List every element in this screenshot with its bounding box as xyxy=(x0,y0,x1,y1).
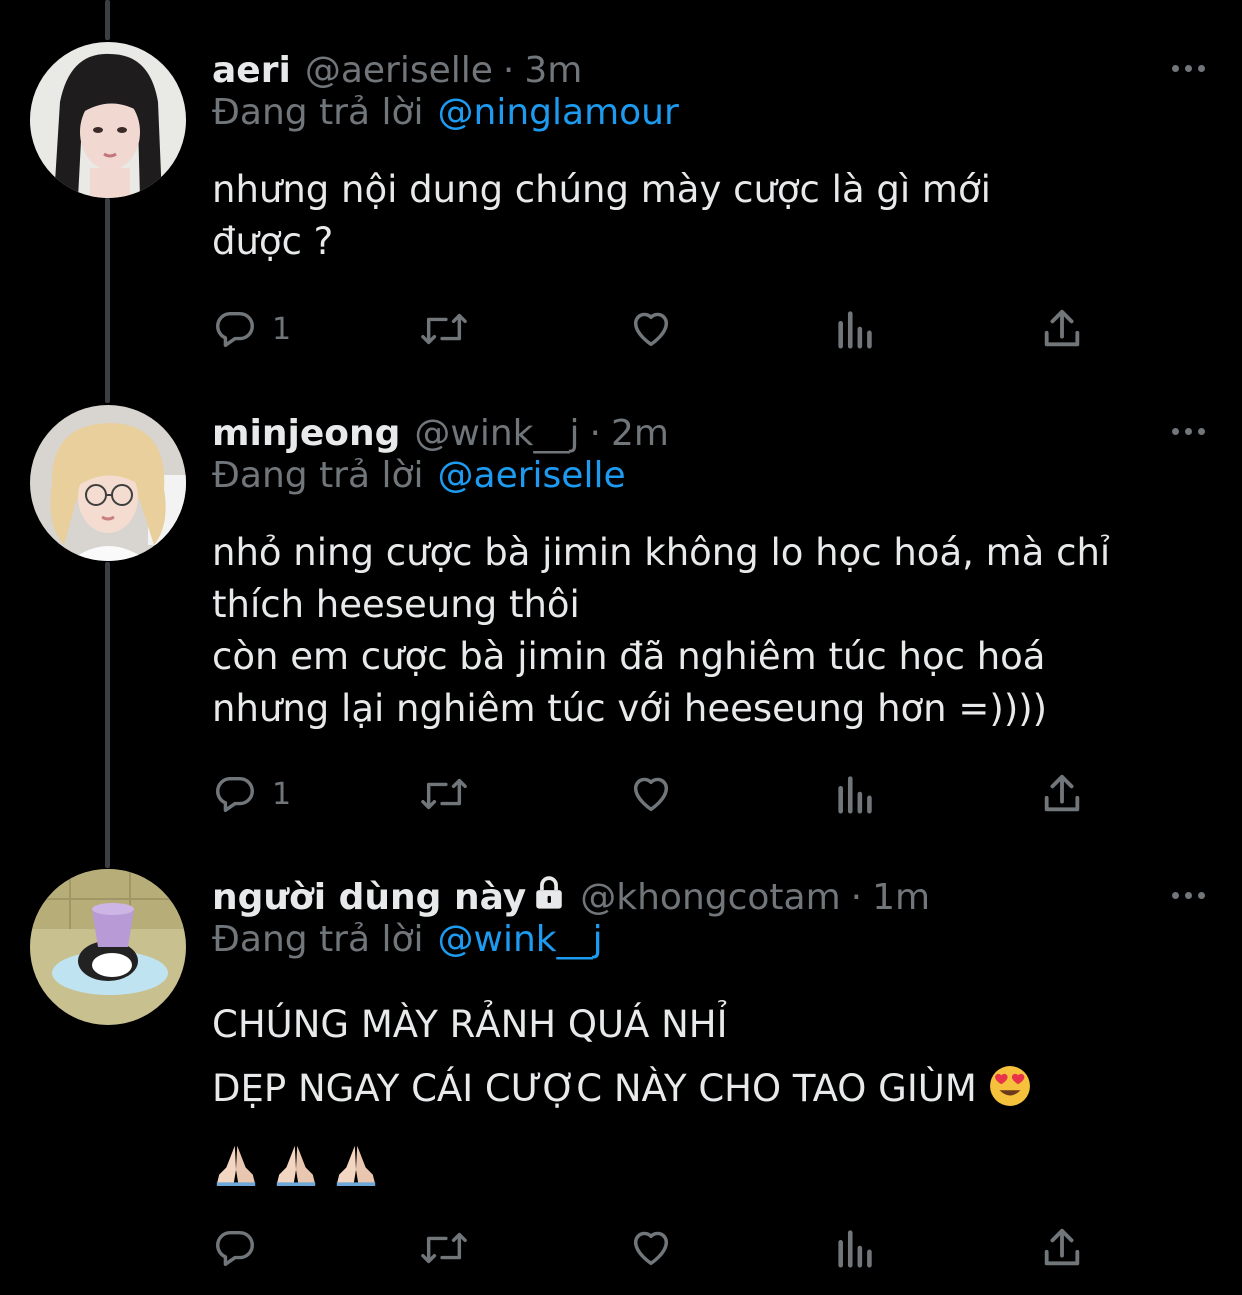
retweet-button[interactable] xyxy=(417,304,471,354)
reply-button[interactable]: 1 xyxy=(212,304,291,354)
lock-icon xyxy=(532,874,566,921)
more-icon[interactable] xyxy=(1168,56,1208,80)
share-button[interactable] xyxy=(1040,304,1084,354)
views-icon xyxy=(838,1230,872,1268)
share-icon xyxy=(1044,1228,1080,1266)
avatar[interactable] xyxy=(30,869,186,1025)
separator: · xyxy=(850,876,863,918)
timestamp[interactable]: 1m xyxy=(872,877,930,918)
reply-icon xyxy=(216,311,254,348)
avatar-image xyxy=(30,405,186,561)
heart-icon xyxy=(633,777,669,812)
replying-to-label: Đang trả lời xyxy=(212,92,424,133)
retweet-icon xyxy=(421,1232,467,1264)
mention-link[interactable]: @wink__j xyxy=(438,919,603,960)
share-icon xyxy=(1044,309,1080,347)
views-button[interactable] xyxy=(834,1223,878,1273)
share-button[interactable] xyxy=(1040,1223,1084,1273)
reply-count: 1 xyxy=(272,776,292,812)
thread-line xyxy=(105,0,110,40)
tweet-text: nhưng nội dung chúng mày cược là gì mới … xyxy=(212,164,1202,268)
replying-to-label: Đang trả lời xyxy=(212,919,424,960)
folded-hands-emoji xyxy=(332,1143,380,1207)
tweet-line: nhưng lại nghiêm túc với heeseung hơn =)… xyxy=(212,687,1048,730)
retweet-button[interactable] xyxy=(417,769,471,819)
avatar-image xyxy=(30,42,186,198)
folded-hands-emoji xyxy=(212,1143,260,1207)
heart-eyes-emoji xyxy=(989,1063,1031,1127)
tweet-text: nhỏ ning cược bà jimin không lo học hoá,… xyxy=(212,527,1202,735)
share-icon xyxy=(1044,774,1080,812)
tweet-line: còn em cược bà jimin đã nghiêm túc học h… xyxy=(212,635,1046,678)
tweet-line: được ? xyxy=(212,220,334,263)
tweet-line: nhưng nội dung chúng mày cược là gì mới xyxy=(212,168,991,211)
tweet-line-text: CHÚNG MÀY RẢNH QUÁ NHỈ xyxy=(212,1003,728,1046)
like-button[interactable] xyxy=(627,1223,675,1273)
avatar-image xyxy=(30,869,186,1025)
separator: · xyxy=(589,412,601,454)
views-button[interactable] xyxy=(834,769,878,819)
tweet-line: CHÚNG MÀY RẢNH QUÁ NHỈ xyxy=(212,993,1202,1057)
display-name[interactable]: minjeong xyxy=(212,413,400,454)
tweet[interactable]: minjeong @wink__j · 2m Đang trả lời @aeri… xyxy=(0,405,1242,835)
user-handle[interactable]: @khongcotam xyxy=(580,877,840,918)
reply-icon xyxy=(216,776,254,813)
tweet-line: thích heeseung thôi xyxy=(212,583,580,626)
replying-to: Đang trả lời @aeriselle xyxy=(212,455,626,496)
tweet[interactable]: aeri @aeriselle · 3m Đang trả lời @ningla… xyxy=(0,42,1242,362)
share-button[interactable] xyxy=(1040,769,1084,819)
avatar[interactable] xyxy=(30,42,186,198)
retweet-button[interactable] xyxy=(417,1223,471,1273)
display-name[interactable]: người dùng này xyxy=(212,877,526,918)
action-bar: 1 xyxy=(212,304,1092,354)
views-icon xyxy=(838,776,872,814)
views-button[interactable] xyxy=(834,304,878,354)
separator: · xyxy=(502,49,515,91)
emoji-line xyxy=(212,1137,1202,1207)
reply-icon xyxy=(216,1230,254,1267)
replying-to: Đang trả lời @wink__j xyxy=(212,919,603,960)
like-button[interactable] xyxy=(627,769,675,819)
avatar[interactable] xyxy=(30,405,186,561)
reply-button[interactable] xyxy=(212,1223,272,1273)
tweet-text: CHÚNG MÀY RẢNH QUÁ NHỈ DẸP NGAY CÁI CƯỢC… xyxy=(212,993,1202,1207)
replying-to: Đang trả lời @ninglamour xyxy=(212,92,679,133)
retweet-icon xyxy=(421,313,467,345)
tweet-line: DẸP NGAY CÁI CƯỢC NÀY CHO TAO GIÙM xyxy=(212,1057,1202,1127)
folded-hands-emoji xyxy=(272,1143,320,1207)
tweet[interactable]: người dùng này @khongcotam · 1m Đang trả… xyxy=(0,869,1242,1295)
user-handle[interactable]: @aeriselle xyxy=(305,50,493,91)
reply-button[interactable]: 1 xyxy=(212,769,291,819)
more-icon[interactable] xyxy=(1168,883,1208,907)
views-icon xyxy=(838,311,872,349)
tweet-line: nhỏ ning cược bà jimin không lo học hoá,… xyxy=(212,531,1111,574)
action-bar xyxy=(212,1223,1092,1273)
display-name[interactable]: aeri xyxy=(212,50,291,91)
heart-icon xyxy=(633,1231,669,1266)
mention-link[interactable]: @aeriselle xyxy=(438,455,626,496)
user-handle[interactable]: @wink__j xyxy=(414,413,579,454)
timestamp[interactable]: 2m xyxy=(611,413,669,454)
action-bar: 1 xyxy=(212,769,1092,819)
heart-icon xyxy=(633,312,669,347)
tweet-line-text: DẸP NGAY CÁI CƯỢC NÀY CHO TAO GIÙM xyxy=(212,1067,977,1110)
replying-to-label: Đang trả lời xyxy=(212,455,424,496)
more-icon[interactable] xyxy=(1168,419,1208,443)
retweet-icon xyxy=(421,778,467,810)
timestamp[interactable]: 3m xyxy=(524,50,582,91)
reply-count: 1 xyxy=(272,311,292,347)
like-button[interactable] xyxy=(627,304,675,354)
mention-link[interactable]: @ninglamour xyxy=(438,92,679,133)
